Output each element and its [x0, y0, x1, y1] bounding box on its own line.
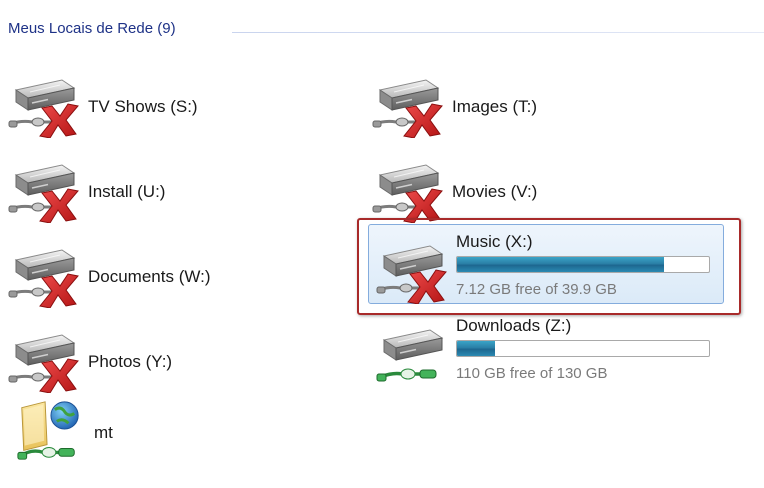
group-header[interactable]: Meus Locais de Rede (9): [8, 18, 764, 44]
capacity-bar-fill: [457, 341, 495, 356]
disconnected-network-drive-icon: [8, 79, 79, 138]
disconnected-network-drive-icon: [372, 79, 443, 138]
capacity-bar: [456, 340, 710, 357]
free-space-text: 110 GB free of 130 GB: [456, 365, 608, 382]
annotation-highlight-box: [357, 218, 741, 315]
disconnected-network-drive-icon: [8, 164, 79, 223]
drive-name: Downloads (Z:): [456, 316, 572, 335]
network-location-mt[interactable]: mt: [14, 396, 214, 474]
drive-name: Documents (W:): [88, 267, 211, 286]
drive-item-photos[interactable]: Photos (Y:): [8, 325, 308, 403]
location-name: mt: [94, 423, 113, 442]
explorer-window: { "group": { "title": "Meus Locais de Re…: [0, 0, 764, 488]
drive-name: TV Shows (S:): [88, 97, 198, 116]
drive-name: Photos (Y:): [88, 352, 173, 371]
drive-name: Install (U:): [88, 182, 166, 201]
drive-item-install[interactable]: Install (U:): [8, 155, 308, 233]
disconnected-network-drive-icon: [8, 249, 79, 308]
drive-name: Images (T:): [452, 97, 538, 116]
disconnected-network-drive-icon: [8, 334, 79, 393]
connected-network-drive-icon: [376, 329, 443, 383]
network-folder-globe-icon: [17, 401, 79, 460]
disconnected-network-drive-icon: [372, 164, 443, 223]
group-divider: [232, 32, 764, 33]
drive-item-images[interactable]: Images (T:): [372, 70, 672, 148]
drive-name: Movies (V:): [452, 182, 538, 201]
drive-item-tv-shows[interactable]: TV Shows (S:): [8, 70, 308, 148]
drive-item-documents[interactable]: Documents (W:): [8, 240, 308, 318]
group-title[interactable]: Meus Locais de Rede (9): [8, 20, 176, 37]
drive-item-downloads[interactable]: Downloads (Z:) 110 GB free of 130 GB: [376, 310, 726, 388]
